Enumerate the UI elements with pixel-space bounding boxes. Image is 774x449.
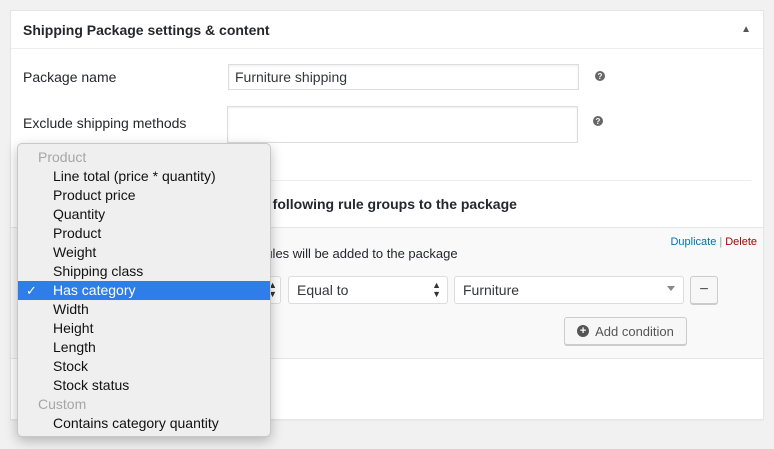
dropdown-option[interactable]: Contains category quantity	[18, 414, 270, 433]
dropdown-option-label: Shipping class	[53, 263, 144, 279]
dropdown-option-label: Stock	[53, 358, 89, 374]
dropdown-option[interactable]: Product price	[18, 186, 270, 205]
dropdown-option[interactable]: Line total (price * quantity)	[18, 167, 270, 186]
value-selected: Furniture	[463, 282, 520, 298]
exclude-methods-row: Exclude shipping methods	[23, 115, 186, 131]
remove-condition-button[interactable]: −	[690, 276, 718, 304]
plus-circle-icon: +	[577, 325, 590, 337]
dropdown-group-label: Product	[18, 148, 270, 167]
condition-dropdown-list: Product Line total (price * quantity) Prod…	[17, 143, 271, 437]
rule-groups-heading: e following rule groups to the package	[261, 196, 517, 212]
duplicate-link[interactable]: Duplicate	[670, 236, 716, 248]
delete-link[interactable]: Delete	[725, 236, 757, 248]
help-icon[interactable]: ?	[595, 71, 605, 81]
dropdown-option-label: Weight	[53, 244, 97, 260]
dropdown-option[interactable]: Stock status	[18, 376, 270, 395]
dropdown-option-label: Product price	[53, 187, 136, 203]
dropdown-option-label: Quantity	[53, 206, 106, 222]
dropdown-option[interactable]: Height	[18, 319, 270, 338]
dropdown-option-label: Height	[53, 320, 94, 336]
dropdown-option[interactable]: Shipping class	[18, 262, 270, 281]
divider	[241, 180, 751, 181]
dropdown-option-label: Stock status	[53, 377, 130, 393]
dropdown-option-label: Width	[53, 301, 89, 317]
link-separator: |	[719, 236, 723, 248]
exclude-methods-field[interactable]	[227, 106, 578, 143]
triangle-up-icon[interactable]: ▲	[741, 24, 751, 35]
dropdown-option-label: Contains category quantity	[53, 415, 219, 431]
value-select[interactable]: Furniture	[454, 276, 684, 304]
panel-title: Shipping Package settings & content	[23, 21, 270, 38]
dropdown-group-label: Custom	[18, 395, 270, 414]
dropdown-option[interactable]: ✓ Has category	[18, 281, 270, 300]
dropdown-option-label: Product	[38, 149, 87, 165]
exclude-methods-label: Exclude shipping methods	[23, 115, 187, 131]
dropdown-option-label: Line total (price * quantity)	[53, 168, 216, 184]
help-icon[interactable]: ?	[593, 116, 603, 126]
panel-header[interactable]: Shipping Package settings & content ▲	[11, 11, 763, 49]
operator-select[interactable]: Equal to ▲ ▼	[288, 276, 448, 304]
dropdown-option-label: Product	[53, 225, 102, 241]
checkmark-icon: ✓	[26, 283, 37, 298]
package-name-label: Package name	[23, 69, 117, 85]
package-name-row: Package name	[23, 69, 116, 85]
dropdown-option[interactable]: Weight	[18, 243, 270, 262]
select-arrows-icon: ▲ ▼	[432, 280, 441, 299]
dropdown-option[interactable]: Quantity	[18, 205, 270, 224]
group-actions: Duplicate | Delete	[670, 236, 757, 248]
chevron-down-icon	[667, 286, 675, 291]
dropdown-option-label: Length	[53, 339, 96, 355]
add-condition-label: Add condition	[595, 323, 674, 339]
dropdown-option-label: Custom	[38, 396, 87, 412]
dropdown-option[interactable]: Length	[18, 338, 270, 357]
add-condition-button[interactable]: + Add condition	[564, 317, 687, 345]
package-name-input[interactable]	[228, 64, 579, 90]
dropdown-option[interactable]: Stock	[18, 357, 270, 376]
dropdown-option-label: Has category	[53, 282, 136, 298]
operator-value: Equal to	[297, 282, 349, 298]
dropdown-option[interactable]: Product	[18, 224, 270, 243]
dropdown-option[interactable]: Width	[18, 300, 270, 319]
group-description: rules will be added to the package	[261, 246, 458, 261]
